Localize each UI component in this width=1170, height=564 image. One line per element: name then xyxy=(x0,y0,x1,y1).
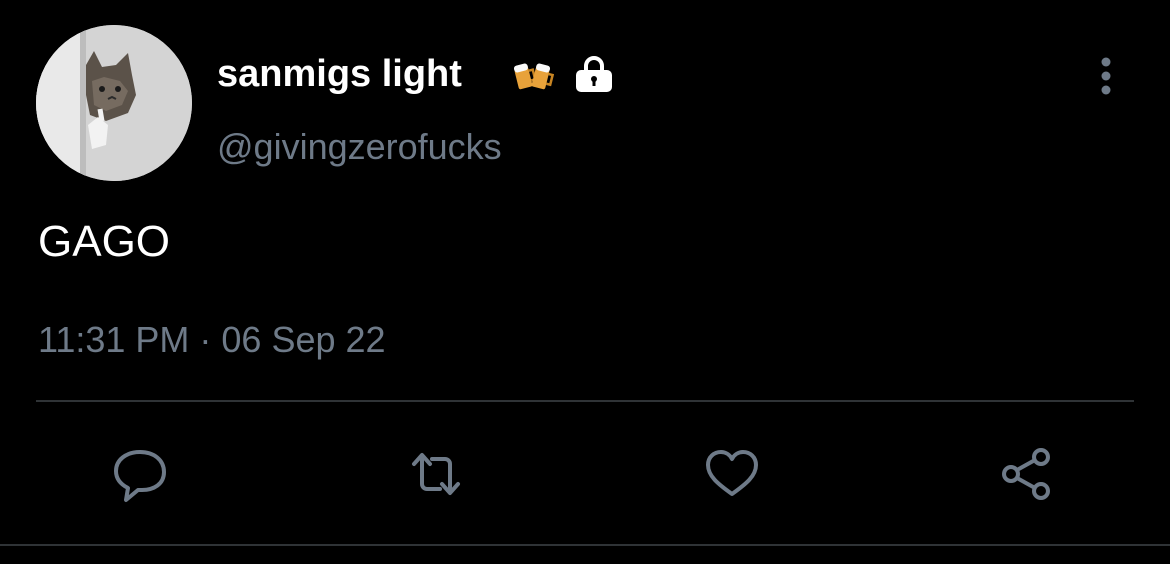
reply-button[interactable] xyxy=(110,444,170,504)
bottom-divider xyxy=(0,544,1170,546)
reply-icon xyxy=(114,450,166,502)
share-button[interactable] xyxy=(997,444,1057,504)
user-handle[interactable]: @givingzerofucks xyxy=(217,124,502,170)
avatar[interactable] xyxy=(36,25,192,181)
share-icon xyxy=(1002,448,1050,500)
retweet-icon xyxy=(412,453,460,495)
tweet-timestamp[interactable]: 11:31 PM · 06 Sep 22 xyxy=(38,316,386,364)
avatar-cat-image xyxy=(36,25,192,181)
divider xyxy=(36,400,1134,402)
display-name[interactable]: sanmigs light xyxy=(217,50,462,98)
like-button[interactable] xyxy=(702,444,762,504)
heart-icon xyxy=(706,450,758,496)
tweet-text: GAGO xyxy=(38,217,171,266)
retweet-button[interactable] xyxy=(406,444,466,504)
beer-mugs-icon xyxy=(512,54,555,96)
lock-icon xyxy=(572,52,616,96)
more-vertical-icon xyxy=(1101,57,1111,95)
more-options-button[interactable] xyxy=(1088,54,1124,98)
tweet-detail: sanmigs light @givingzerofucks GAGO 11:3… xyxy=(0,0,1170,564)
